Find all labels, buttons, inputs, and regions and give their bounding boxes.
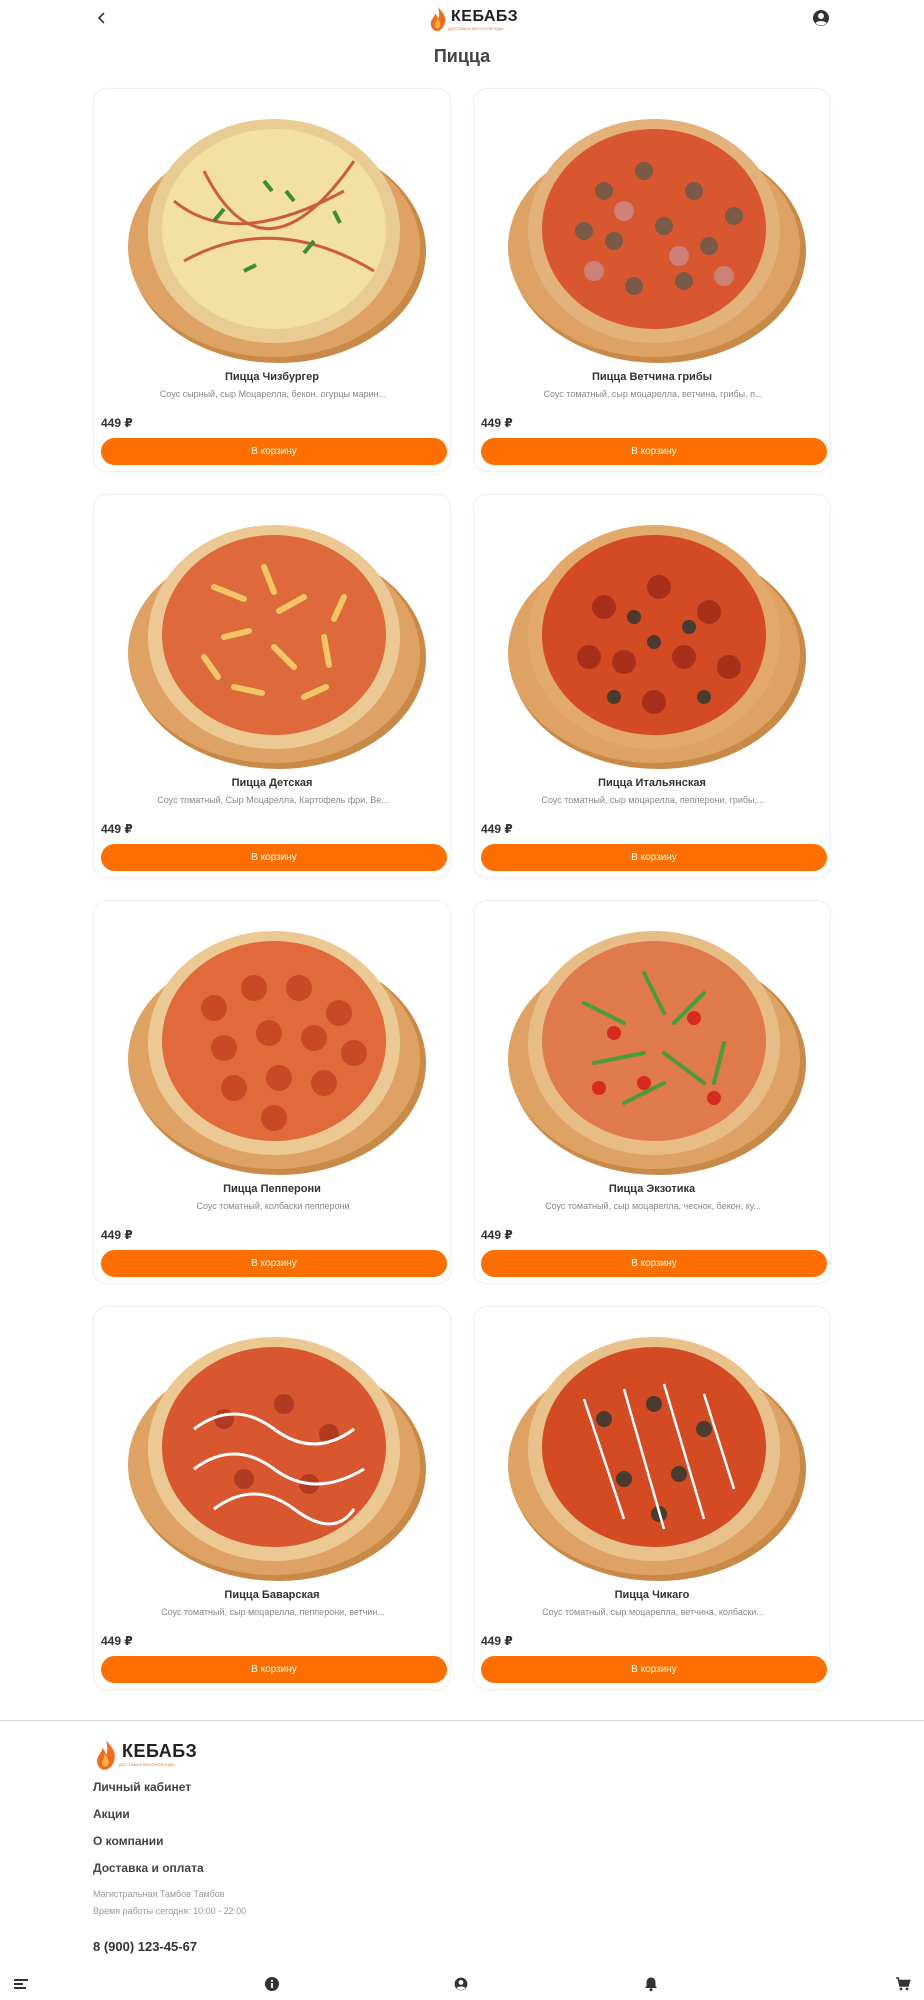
- footer-link-about[interactable]: О компании: [93, 1834, 164, 1848]
- product-card[interactable]: Пицца Пепперони Соус томатный, колбаски …: [93, 900, 451, 1284]
- product-description: Соус томатный, сыр моцарелла, пепперони,…: [541, 795, 765, 805]
- product-price: 449 ₽: [101, 1228, 133, 1242]
- product-price: 449 ₽: [481, 1228, 513, 1242]
- footer-link-account[interactable]: Личный кабинет: [93, 1780, 191, 1794]
- pizza-image: [128, 931, 426, 1175]
- add-to-cart-button[interactable]: В корзину: [481, 1250, 827, 1277]
- footer-hours: Время работы сегодня: 10:00 - 22:00: [93, 1906, 247, 1916]
- header-logo-tagline: ДОСТАВКА ВКУСНОЙ ЕДЫ: [448, 25, 504, 31]
- nav-cart-button[interactable]: [893, 1974, 913, 1994]
- product-price: 449 ₽: [101, 822, 133, 836]
- pizza-image: [508, 119, 806, 363]
- product-name: Пицца Ветчина грибы: [591, 371, 713, 383]
- product-description: Соус томатный, сыр моцарелла, чеснок, бе…: [545, 1201, 761, 1211]
- product-name: Пицца Итальянская: [598, 777, 706, 789]
- product-price: 449 ₽: [481, 822, 513, 836]
- product-card[interactable]: Пицца Чикаго Соус томатный, сыр моцарелл…: [473, 1306, 831, 1690]
- add-to-cart-button[interactable]: В корзину: [481, 844, 827, 871]
- flame-logo-icon: [430, 7, 446, 31]
- pizza-image: [508, 931, 806, 1175]
- product-description: Соус томатный, сыр моцарелла, ветчина, г…: [543, 389, 763, 399]
- product-card[interactable]: Пицца Баварская Соус томатный, сыр моцар…: [93, 1306, 451, 1690]
- pizza-image: [128, 525, 426, 769]
- bell-icon: [645, 1977, 657, 1992]
- pizza-image: [508, 525, 806, 769]
- info-icon: [265, 1977, 279, 1991]
- top-bar: КЕБАБЗ ДОСТАВКА ВКУСНОЙ ЕДЫ: [0, 0, 924, 36]
- header-logo-text: КЕБАБЗ: [451, 7, 519, 25]
- add-to-cart-button[interactable]: В корзину: [101, 1250, 447, 1277]
- nav-notifications-button[interactable]: [641, 1974, 661, 1994]
- add-to-cart-button[interactable]: В корзину: [101, 438, 447, 465]
- product-description: Соус томатный, сыр моцарелла, пепперони,…: [161, 1607, 385, 1617]
- product-description: Соус томатный, колбаски пепперони: [196, 1201, 350, 1211]
- product-card[interactable]: Пицца Чизбургер Соус сырный, сыр Моцарел…: [93, 88, 451, 472]
- product-name: Пицца Баварская: [224, 1589, 320, 1601]
- account-icon: [454, 1977, 468, 1991]
- nav-info-button[interactable]: [262, 1974, 282, 1994]
- account-button[interactable]: [811, 8, 831, 28]
- product-card[interactable]: Пицца Ветчина грибы Соус томатный, сыр м…: [473, 88, 831, 472]
- product-card[interactable]: Пицца Детская Соус томатный, Сыр Моцарел…: [93, 494, 451, 878]
- add-to-cart-button[interactable]: В корзину: [481, 1656, 827, 1683]
- pizza-image: [128, 1337, 426, 1581]
- header-logo[interactable]: КЕБАБЗ ДОСТАВКА ВКУСНОЙ ЕДЫ: [428, 4, 518, 34]
- flame-logo-icon: [97, 1740, 115, 1770]
- nav-menu-button[interactable]: [11, 1974, 31, 1994]
- product-name: Пицца Чикаго: [614, 1589, 690, 1601]
- add-to-cart-button[interactable]: В корзину: [101, 1656, 447, 1683]
- pizza-image: [128, 119, 426, 363]
- nav-account-button[interactable]: [451, 1974, 471, 1994]
- back-button[interactable]: [92, 8, 112, 28]
- product-price: 449 ₽: [481, 1634, 513, 1648]
- page-title: Пицца: [433, 46, 491, 66]
- footer-address: Магистральная Тамбов Тамбов: [93, 1889, 225, 1899]
- pizza-image: [508, 1337, 806, 1581]
- add-to-cart-button[interactable]: В корзину: [101, 844, 447, 871]
- product-card[interactable]: Пицца Экзотика Соус томатный, сыр моцаре…: [473, 900, 831, 1284]
- product-price: 449 ₽: [481, 416, 513, 430]
- footer-link-delivery[interactable]: Доставка и оплата: [93, 1861, 204, 1875]
- cart-icon: [896, 1977, 911, 1991]
- menu-icon: [14, 1979, 28, 1989]
- footer-logo[interactable]: КЕБАБЗ ДОСТАВКА ВКУСНОЙ ЕДЫ: [93, 1738, 197, 1772]
- product-description: Соус томатный, сыр моцарелла, ветчина, к…: [542, 1607, 764, 1617]
- product-description: Соус сырный, сыр Моцарелла, бекон, огурц…: [159, 389, 387, 399]
- product-description: Соус томатный, Сыр Моцарелла, Картофель …: [157, 795, 389, 805]
- footer-logo-text: КЕБАБЗ: [122, 1741, 198, 1761]
- add-to-cart-button[interactable]: В корзину: [481, 438, 827, 465]
- footer-divider: [0, 1720, 924, 1721]
- product-price: 449 ₽: [101, 416, 133, 430]
- product-name: Пицца Экзотика: [608, 1183, 696, 1195]
- product-price: 449 ₽: [101, 1634, 133, 1648]
- footer-phone[interactable]: 8 (900) 123-45-67: [93, 1939, 197, 1954]
- footer-logo-tagline: ДОСТАВКА ВКУСНОЙ ЕДЫ: [119, 1762, 175, 1767]
- product-name: Пицца Чизбургер: [225, 371, 319, 383]
- product-card[interactable]: Пицца Итальянская Соус томатный, сыр моц…: [473, 494, 831, 878]
- account-circle-icon: [813, 10, 829, 26]
- footer-link-promotions[interactable]: Акции: [93, 1807, 130, 1821]
- product-name: Пицца Детская: [231, 777, 313, 789]
- chevron-left-icon: [97, 12, 105, 24]
- product-name: Пицца Пепперони: [223, 1183, 321, 1195]
- bottom-nav: [0, 1968, 924, 2000]
